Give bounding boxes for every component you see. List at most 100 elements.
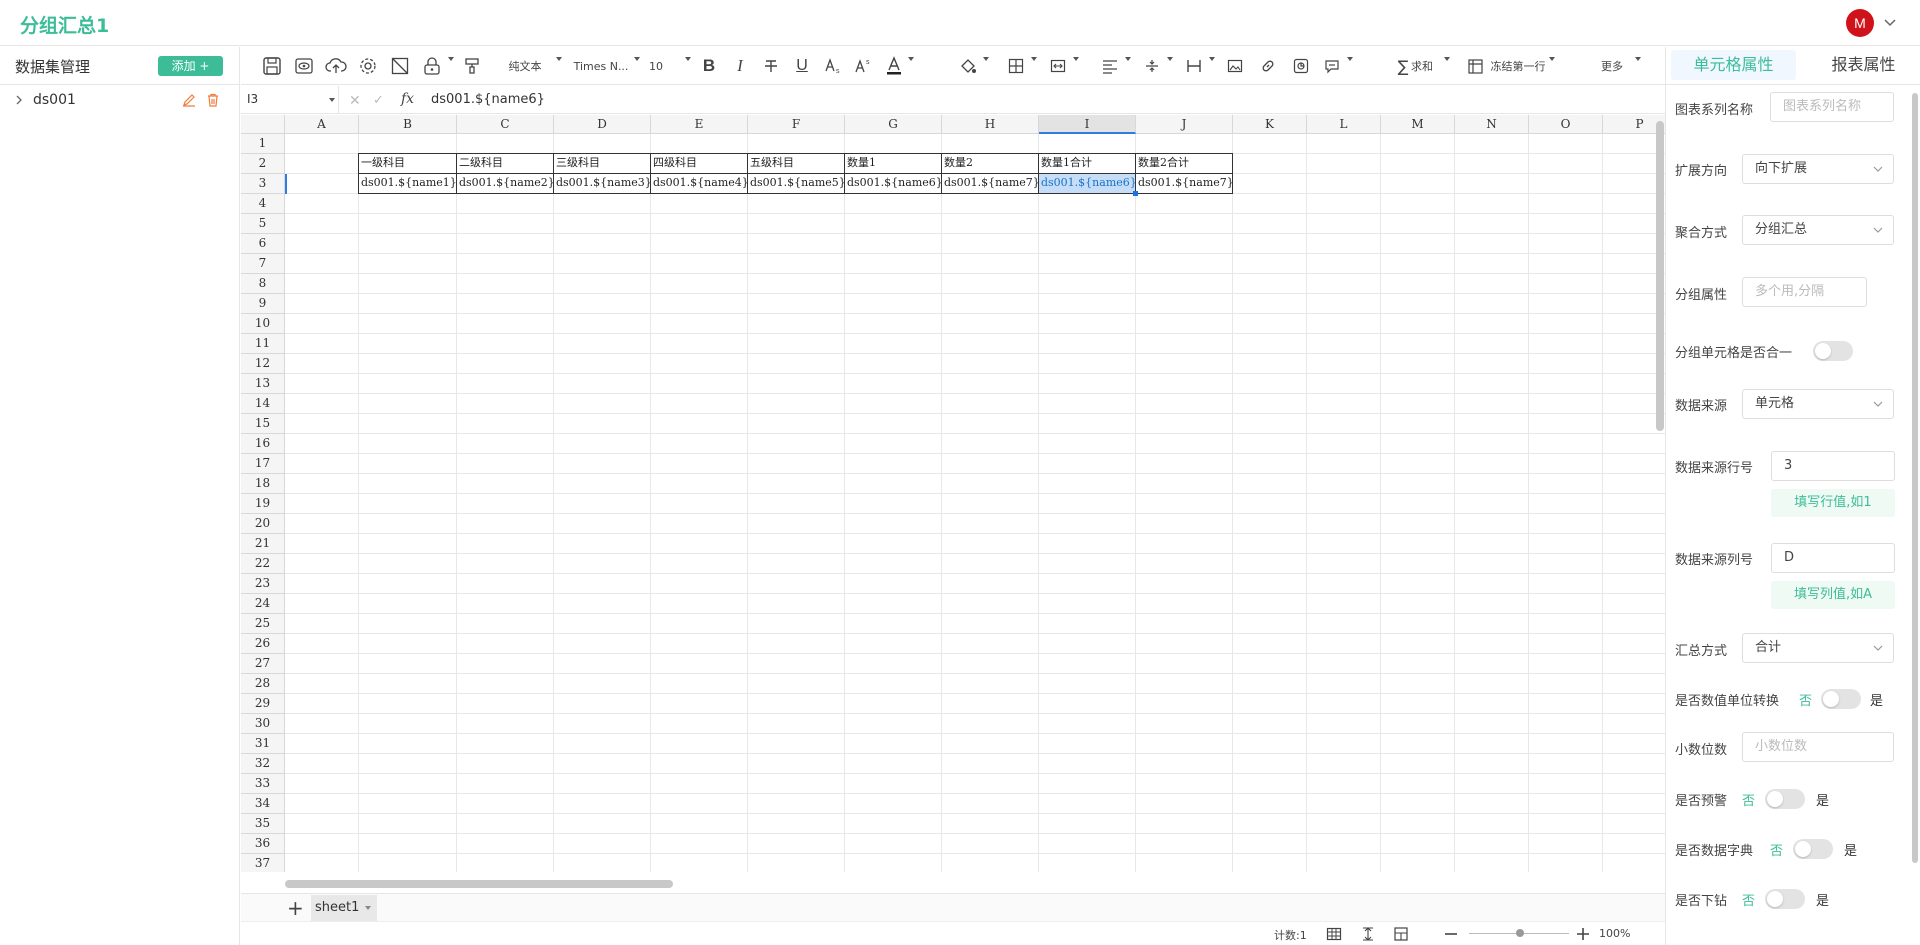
row-header-7[interactable]: 7 bbox=[241, 254, 285, 274]
row-header-13[interactable]: 13 bbox=[241, 374, 285, 394]
strikethrough-button[interactable] bbox=[761, 47, 781, 85]
format-painter-button[interactable] bbox=[461, 47, 483, 85]
upload-button[interactable] bbox=[323, 47, 349, 85]
underline-button[interactable]: U bbox=[792, 47, 812, 85]
unit-convert-toggle[interactable] bbox=[1821, 689, 1861, 709]
superscript-button[interactable]: s bbox=[853, 47, 873, 85]
data-cell-d3[interactable]: ds001.${name3} bbox=[553, 173, 651, 194]
zoom-in-icon[interactable] bbox=[1575, 926, 1591, 942]
column-header-m[interactable]: M bbox=[1381, 115, 1455, 134]
row-header-17[interactable]: 17 bbox=[241, 454, 285, 474]
lock-caret-icon[interactable] bbox=[448, 57, 454, 61]
sum-button[interactable]: 求和 bbox=[1409, 47, 1435, 85]
summary-select[interactable]: 合计 bbox=[1742, 633, 1894, 663]
merge-group-toggle[interactable] bbox=[1813, 341, 1853, 361]
row-header-19[interactable]: 19 bbox=[241, 494, 285, 514]
valign-caret-icon[interactable] bbox=[1167, 57, 1173, 61]
clear-format-button[interactable] bbox=[387, 47, 413, 85]
subscript-button[interactable]: s bbox=[823, 47, 843, 85]
freeze-icon[interactable] bbox=[1465, 47, 1485, 85]
zoom-out-icon[interactable] bbox=[1443, 926, 1459, 942]
source-col-input[interactable]: D bbox=[1771, 543, 1895, 573]
align-button[interactable] bbox=[1099, 47, 1131, 85]
row-header-27[interactable]: 27 bbox=[241, 654, 285, 674]
column-header-h[interactable]: H bbox=[942, 115, 1039, 134]
row-header-5[interactable]: 5 bbox=[241, 214, 285, 234]
font-color-caret-icon[interactable] bbox=[908, 57, 914, 61]
comment-button[interactable] bbox=[1321, 47, 1353, 85]
data-cell-i3[interactable]: ds001.${name6} bbox=[1038, 173, 1136, 194]
wrap-caret-icon[interactable] bbox=[1209, 57, 1215, 61]
dict-toggle[interactable] bbox=[1793, 839, 1833, 859]
column-header-f[interactable]: F bbox=[748, 115, 845, 134]
column-header-c[interactable]: C bbox=[457, 115, 554, 134]
row-header-18[interactable]: 18 bbox=[241, 474, 285, 494]
spreadsheet-grid[interactable]: ABCDEFGHIJKLMNOP 1 2 3 4 5 6 7 8 9 10 11 12 13 14 15 16… bbox=[241, 115, 1665, 872]
normal-view-icon[interactable] bbox=[1326, 926, 1342, 942]
row-header-35[interactable]: 35 bbox=[241, 814, 285, 834]
corner-cell[interactable] bbox=[241, 115, 285, 134]
row-header-28[interactable]: 28 bbox=[241, 674, 285, 694]
row-header-8[interactable]: 8 bbox=[241, 274, 285, 294]
data-cell-g3[interactable]: ds001.${name6} bbox=[844, 173, 942, 194]
row-header-32[interactable]: 32 bbox=[241, 754, 285, 774]
row-header-24[interactable]: 24 bbox=[241, 594, 285, 614]
row-header-34[interactable]: 34 bbox=[241, 794, 285, 814]
zoom-slider-handle[interactable] bbox=[1516, 929, 1524, 937]
group-attr-input[interactable]: 多个用,分隔 bbox=[1742, 277, 1867, 307]
save-button[interactable] bbox=[259, 47, 285, 85]
row-header-6[interactable]: 6 bbox=[241, 234, 285, 254]
chevron-down-icon[interactable] bbox=[1882, 14, 1898, 30]
freeze-caret-icon[interactable] bbox=[1549, 57, 1555, 61]
sheet-menu-caret-icon[interactable] bbox=[365, 906, 371, 910]
cancel-formula-icon[interactable]: ✕ bbox=[349, 93, 361, 109]
row-header-9[interactable]: 9 bbox=[241, 294, 285, 314]
vertical-scrollbar[interactable] bbox=[1656, 121, 1664, 431]
row-header-3[interactable]: 3 bbox=[241, 174, 285, 194]
delete-icon[interactable] bbox=[206, 93, 220, 107]
header-cell-e2[interactable]: 四级科目 bbox=[650, 153, 748, 174]
valign-button[interactable] bbox=[1141, 47, 1173, 85]
row-header-15[interactable]: 15 bbox=[241, 414, 285, 434]
warning-toggle[interactable] bbox=[1765, 789, 1805, 809]
decimals-input[interactable]: 小数位数 bbox=[1742, 732, 1894, 762]
border-caret-icon[interactable] bbox=[1031, 57, 1037, 61]
fill-color-button[interactable] bbox=[957, 47, 989, 85]
font-color-button[interactable] bbox=[883, 47, 914, 85]
row-header-20[interactable]: 20 bbox=[241, 514, 285, 534]
number-format-select[interactable]: 纯文本 bbox=[505, 47, 545, 85]
more-caret-icon[interactable] bbox=[1635, 57, 1641, 61]
merge-caret-icon[interactable] bbox=[1073, 57, 1079, 61]
lock-button[interactable] bbox=[419, 47, 454, 85]
fill-handle[interactable] bbox=[1133, 191, 1138, 196]
data-source-select[interactable]: 单元格 bbox=[1742, 389, 1894, 419]
row-header-16[interactable]: 16 bbox=[241, 434, 285, 454]
header-cell-j2[interactable]: 数量2合计 bbox=[1135, 153, 1233, 174]
row-header-29[interactable]: 29 bbox=[241, 694, 285, 714]
row-header-33[interactable]: 33 bbox=[241, 774, 285, 794]
data-cell-e3[interactable]: ds001.${name4} bbox=[650, 173, 748, 194]
data-cell-c3[interactable]: ds001.${name2} bbox=[456, 173, 554, 194]
panel-scrollbar[interactable] bbox=[1912, 93, 1918, 863]
comment-caret-icon[interactable] bbox=[1347, 57, 1353, 61]
page-break-icon[interactable] bbox=[1393, 926, 1409, 942]
column-header-n[interactable]: N bbox=[1455, 115, 1529, 134]
font-family-select[interactable]: Times N... bbox=[573, 47, 629, 85]
preview-button[interactable] bbox=[291, 47, 317, 85]
row-header-2[interactable]: 2 bbox=[241, 154, 285, 174]
header-cell-b2[interactable]: 一级科目 bbox=[358, 153, 457, 174]
fill-color-caret-icon[interactable] bbox=[983, 57, 989, 61]
row-header-14[interactable]: 14 bbox=[241, 394, 285, 414]
row-header-30[interactable]: 30 bbox=[241, 714, 285, 734]
confirm-formula-icon[interactable]: ✓ bbox=[373, 93, 384, 108]
expand-direction-select[interactable]: 向下扩展 bbox=[1742, 154, 1894, 184]
cell-reference-caret-icon[interactable] bbox=[329, 98, 335, 102]
row-header-23[interactable]: 23 bbox=[241, 574, 285, 594]
insert-image-button[interactable] bbox=[1224, 47, 1246, 85]
series-name-input[interactable]: 图表系列名称 bbox=[1770, 92, 1894, 122]
font-size-caret-icon[interactable] bbox=[685, 57, 691, 61]
add-dataset-button[interactable]: 添加 + bbox=[158, 56, 223, 76]
bold-button[interactable]: B bbox=[699, 47, 719, 85]
insert-chart-button[interactable] bbox=[1290, 47, 1312, 85]
row-header-1[interactable]: 1 bbox=[241, 134, 285, 154]
